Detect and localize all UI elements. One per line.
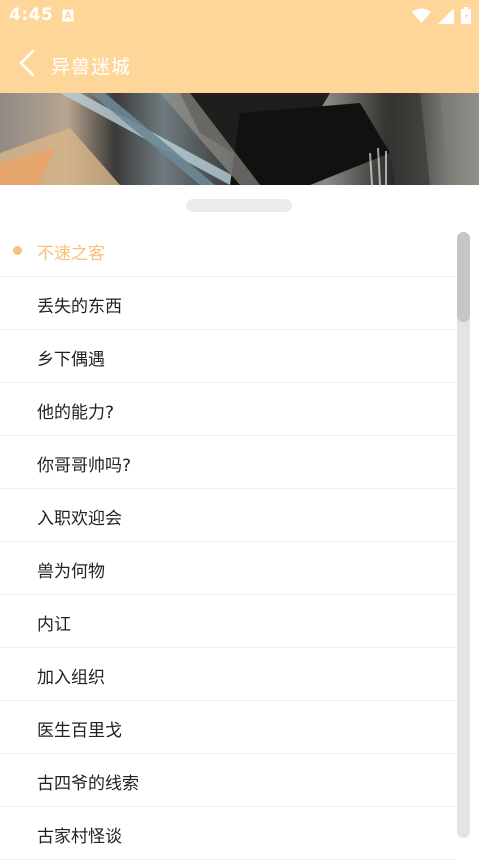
chapter-list-item[interactable]: 不速之客 bbox=[0, 224, 456, 277]
chapter-title: 内讧 bbox=[37, 615, 71, 635]
chapter-list-item[interactable]: 兽为何物 bbox=[0, 542, 456, 595]
chapter-title: 丢失的东西 bbox=[37, 297, 122, 317]
chapter-list-item[interactable]: 古四爷的线索 bbox=[0, 754, 456, 807]
chapter-title: 医生百里戈 bbox=[37, 721, 122, 741]
chapter-list-item[interactable]: 丢失的东西 bbox=[0, 277, 456, 330]
chapter-list-item[interactable]: 你哥哥帅吗? bbox=[0, 436, 456, 489]
chapter-list-item[interactable]: 入职欢迎会 bbox=[0, 489, 456, 542]
back-arrow-icon[interactable] bbox=[14, 48, 42, 78]
page-title: 异兽迷城 bbox=[51, 56, 132, 78]
chapter-title: 入职欢迎会 bbox=[37, 509, 122, 529]
chapter-list-item[interactable]: 内讧 bbox=[0, 595, 456, 648]
chapter-title: 乡下偶遇 bbox=[37, 350, 105, 370]
cover-banner-image bbox=[0, 93, 479, 185]
top-app-bar: 异兽迷城 bbox=[0, 32, 479, 93]
chapter-title: 加入组织 bbox=[37, 668, 105, 688]
drag-handle[interactable] bbox=[186, 199, 292, 212]
status-time: 4:45 bbox=[9, 5, 54, 25]
chapter-title: 兽为何物 bbox=[37, 562, 105, 582]
cover-artwork bbox=[0, 93, 479, 185]
chapter-list: 不速之客丢失的东西乡下偶遇他的能力? 你哥哥帅吗? 入职欢迎会兽为何物内讧加入组织医… bbox=[0, 224, 456, 860]
system-icons bbox=[412, 7, 471, 24]
chapter-list-item[interactable]: 乡下偶遇 bbox=[0, 330, 456, 383]
chapter-list-item[interactable]: 他的能力? bbox=[0, 383, 456, 436]
current-chapter-dot-icon bbox=[13, 246, 22, 255]
chapter-title: 他的能力? bbox=[37, 403, 115, 423]
chapter-list-item[interactable]: 加入组织 bbox=[0, 648, 456, 701]
chapter-title: 古家村怪谈 bbox=[37, 827, 122, 847]
battery-icon bbox=[461, 7, 471, 24]
chapter-title: 不速之客 bbox=[37, 244, 105, 264]
chapter-title: 古四爷的线索 bbox=[37, 774, 139, 794]
chapter-title: 你哥哥帅吗? bbox=[37, 456, 132, 476]
wifi-icon bbox=[412, 8, 431, 23]
chapter-list-item[interactable]: 医生百里戈 bbox=[0, 701, 456, 754]
status-bar: 4:45 bbox=[0, 0, 479, 32]
notification-a-icon bbox=[62, 9, 74, 22]
scrollbar-thumb[interactable] bbox=[457, 232, 470, 322]
scrollbar-track[interactable] bbox=[457, 232, 470, 838]
cell-signal-icon bbox=[438, 7, 454, 24]
chapter-list-item[interactable]: 古家村怪谈 bbox=[0, 807, 456, 860]
